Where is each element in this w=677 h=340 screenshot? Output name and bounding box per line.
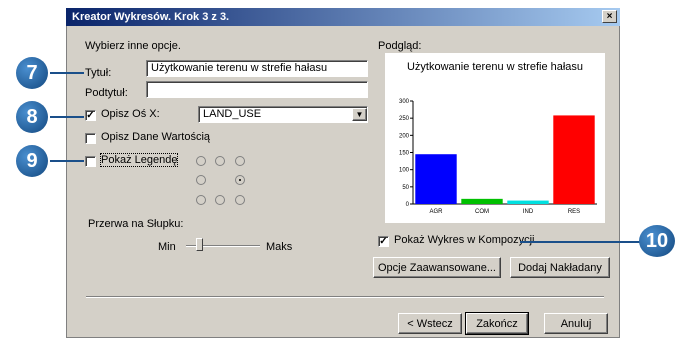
- y-tick-label: 300: [399, 99, 410, 105]
- marker-9-pointer: [50, 160, 84, 162]
- finish-button[interactable]: Zakończ: [465, 312, 529, 335]
- marker-9: 9: [16, 145, 48, 177]
- preview-label: Podgląd:: [378, 40, 422, 52]
- chart-preview: Użytkowanie terenu w strefie hałasu 0 50 1…: [385, 53, 605, 223]
- bar-chart: 0 50 100 150 200 250 300 AGR COM IND RES: [399, 99, 597, 215]
- marker-10: 10: [639, 225, 675, 257]
- legend-pos-top-center[interactable]: [215, 156, 225, 166]
- legend-checkbox[interactable]: [85, 156, 96, 167]
- legend-pos-top-right[interactable]: [235, 156, 245, 166]
- axis-x-select[interactable]: LAND_USE: [198, 106, 368, 123]
- back-button[interactable]: < Wstecz: [398, 313, 462, 334]
- add-overlay-button[interactable]: Dodaj Nakładany: [510, 257, 610, 278]
- chevron-down-icon[interactable]: ▼: [352, 108, 367, 121]
- legend-pos-top-left[interactable]: [196, 156, 206, 166]
- legend-pos-bottom-left[interactable]: [196, 195, 206, 205]
- y-tick-label: 0: [406, 202, 410, 208]
- bar-agr: [415, 154, 457, 204]
- close-button[interactable]: ×: [602, 10, 617, 23]
- subtitle-input[interactable]: [146, 81, 368, 98]
- marker-8: 8: [16, 101, 48, 133]
- y-tick-label: 150: [399, 151, 410, 157]
- y-tick-label: 200: [399, 133, 410, 139]
- legend-pos-bottom-center[interactable]: [215, 195, 225, 205]
- bar-gap-slider-thumb[interactable]: [196, 238, 203, 251]
- axis-x-checkbox[interactable]: ✓: [85, 110, 96, 121]
- show-in-layout-label: Pokaż Wykres w Kompozycji: [394, 234, 535, 246]
- y-tick-label: 50: [402, 185, 409, 191]
- axis-x-select-value: LAND_USE: [203, 108, 262, 120]
- legend-pos-bottom-right[interactable]: [235, 195, 245, 205]
- instruction-text: Wybierz inne opcje.: [85, 40, 181, 52]
- bar-ind: [507, 200, 549, 204]
- y-tick-label: 100: [399, 168, 410, 174]
- bar-res: [553, 115, 595, 204]
- cancel-button[interactable]: Anuluj: [544, 313, 608, 334]
- marker-8-pointer: [50, 116, 84, 118]
- separator: [86, 296, 604, 298]
- data-values-checkbox[interactable]: [85, 133, 96, 144]
- title-label: Tytuł:: [85, 67, 112, 79]
- x-tick-label: RES: [568, 209, 580, 215]
- advanced-options-button[interactable]: Opcje Zaawansowane...: [373, 257, 501, 278]
- show-in-layout-checkbox[interactable]: ✓: [378, 236, 389, 247]
- bar-com: [461, 198, 503, 204]
- marker-10-pointer: [520, 241, 640, 243]
- marker-7-pointer: [50, 72, 84, 74]
- legend-pos-middle-left[interactable]: [196, 175, 206, 185]
- marker-7: 7: [16, 57, 48, 89]
- legend-pos-middle-right[interactable]: [235, 175, 245, 185]
- slider-max-label: Maks: [266, 241, 293, 253]
- slider-min-label: Min: [158, 241, 176, 253]
- x-tick-label: AGR: [429, 209, 443, 215]
- subtitle-label: Podtytuł:: [85, 87, 128, 99]
- y-tick-label: 250: [399, 116, 410, 122]
- dialog-title: Kreator Wykresów. Krok 3 z 3.: [66, 8, 620, 26]
- x-tick-label: COM: [475, 209, 489, 215]
- title-input[interactable]: Użytkowanie terenu w strefie hałasu: [146, 60, 368, 77]
- bar-gap-label: Przerwa na Słupku:: [88, 218, 184, 230]
- data-values-label: Opisz Dane Wartością: [101, 131, 211, 143]
- x-tick-label: IND: [523, 209, 534, 215]
- legend-label: Pokaż Legendę: [99, 153, 179, 167]
- axis-x-label: Opisz Oś X:: [101, 108, 160, 120]
